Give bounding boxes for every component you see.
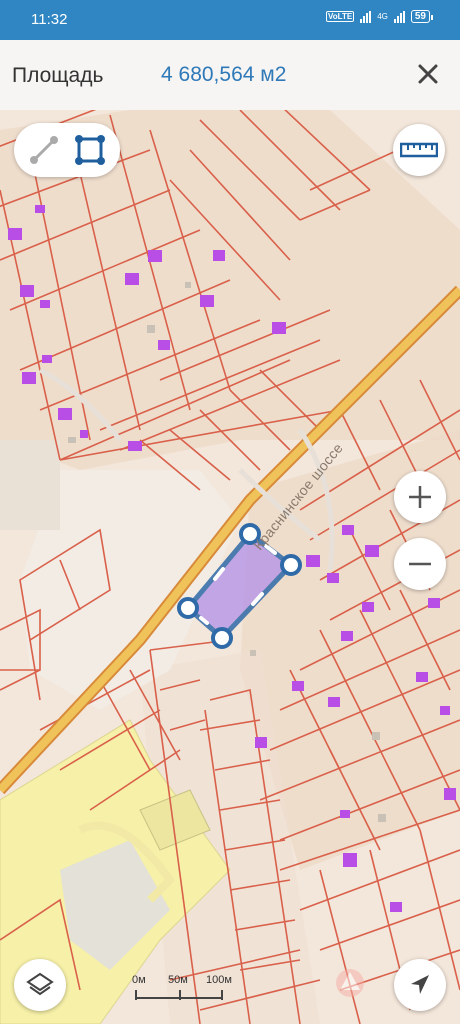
zoom-out-button[interactable] — [394, 538, 446, 590]
ruler-icon — [400, 142, 438, 158]
ruler-button[interactable] — [393, 124, 445, 176]
status-time: 11:32 — [31, 11, 68, 28]
close-icon[interactable] — [416, 62, 440, 86]
volte-indicator: VoLTE — [326, 11, 355, 22]
status-bar: 11:32 VoLTE 4G 59 — [0, 0, 460, 40]
map-svg[interactable] — [0, 110, 460, 1024]
minus-icon — [409, 562, 431, 566]
network-type: 4G — [377, 11, 388, 21]
status-icons: VoLTE 4G 59 — [326, 10, 434, 23]
vertex-handle-4[interactable] — [177, 597, 199, 619]
area-label: Площадь — [12, 64, 104, 87]
area-measure-icon[interactable] — [72, 132, 108, 168]
map-canvas[interactable]: Краснинское шоссе — [0, 110, 460, 1024]
vertex-handle-3[interactable] — [211, 627, 233, 649]
battery-icon: 59 — [410, 10, 434, 23]
plus-icon — [409, 486, 431, 508]
watermark-logo — [336, 969, 364, 997]
layers-button[interactable] — [14, 959, 66, 1011]
signal-strength-icon-2 — [393, 10, 405, 23]
navigation-arrow-icon — [411, 975, 429, 994]
zoom-in-button[interactable] — [394, 471, 446, 523]
measure-header: Площадь 4 680,564 м2 — [0, 40, 460, 111]
locate-button[interactable] — [394, 959, 446, 1011]
line-measure-icon[interactable] — [26, 132, 62, 168]
signal-strength-icon — [360, 10, 372, 23]
vertex-handle-2[interactable] — [280, 554, 302, 576]
measure-mode-toggle — [14, 123, 120, 177]
scale-ruler — [135, 990, 223, 1000]
area-value: 4 680,564 м2 — [161, 63, 287, 86]
scale-bar: 0м 50м 100м — [126, 974, 236, 1010]
layers-icon — [26, 972, 54, 996]
